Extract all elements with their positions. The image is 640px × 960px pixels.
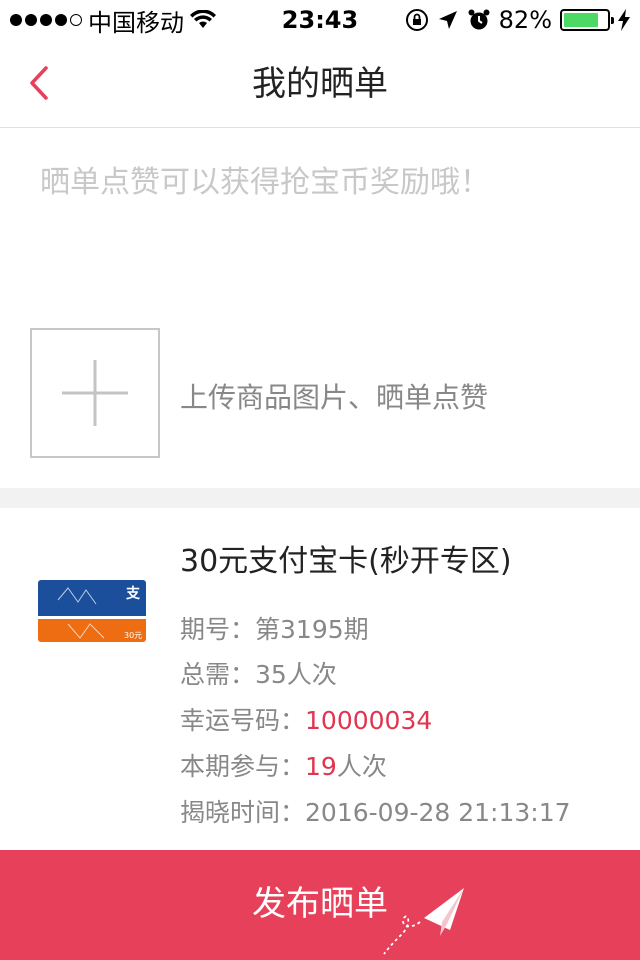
lucky-number-row: 幸运号码：10000034 (180, 703, 432, 739)
period-row: 期号：第3195期 (180, 612, 369, 648)
total-need-row: 总需：35人次 (180, 657, 337, 693)
navigation-bar: 我的晒单 (0, 40, 640, 128)
page-title: 我的晒单 (252, 64, 388, 104)
product-title: 30元支付宝卡(秒开专区) (180, 544, 512, 579)
plus-icon (62, 360, 128, 426)
rotation-lock-icon (405, 9, 428, 31)
section-divider (0, 488, 640, 508)
participation-row: 本期参与：19人次 (180, 749, 387, 785)
share-note-input[interactable] (40, 157, 600, 291)
paper-plane-icon (383, 888, 464, 955)
period-label: 期号： (180, 615, 256, 644)
reveal-time-label: 揭晓时间： (180, 798, 306, 827)
product-image: 支 30元 (38, 580, 146, 642)
note-area (0, 129, 640, 319)
publish-share-button[interactable]: 发布晒单 (0, 850, 640, 960)
upload-hint-label: 上传商品图片、晒单点赞 (180, 381, 489, 414)
battery-icon (560, 9, 614, 31)
status-right: 82% (405, 0, 630, 40)
product-image-price: 30元 (124, 631, 142, 640)
total-need-value: 35人次 (255, 660, 337, 689)
battery-fill (564, 13, 599, 27)
lucky-number-value: 10000034 (305, 706, 433, 735)
participation-unit: 人次 (336, 752, 387, 781)
participation-label: 本期参与： (180, 752, 306, 781)
total-need-label: 总需： (180, 660, 256, 689)
charging-bolt-icon (618, 9, 630, 31)
alarm-clock-icon (468, 9, 490, 30)
status-bar: 中国移动 23:43 82% (0, 0, 640, 40)
location-arrow-icon (438, 11, 457, 29)
period-value: 第3195期 (255, 615, 369, 644)
battery-percent: 82% (498, 6, 552, 34)
participation-count: 19 (305, 752, 337, 781)
svg-text:支: 支 (125, 585, 141, 602)
reveal-time-value: 2016-09-28 21:13:17 (305, 798, 571, 827)
reveal-time-row: 揭晓时间：2016-09-28 21:13:17 (180, 795, 571, 831)
upload-image-button[interactable] (30, 328, 160, 458)
publish-share-label: 发布晒单 (252, 884, 388, 924)
lucky-number-label: 幸运号码： (180, 706, 306, 735)
